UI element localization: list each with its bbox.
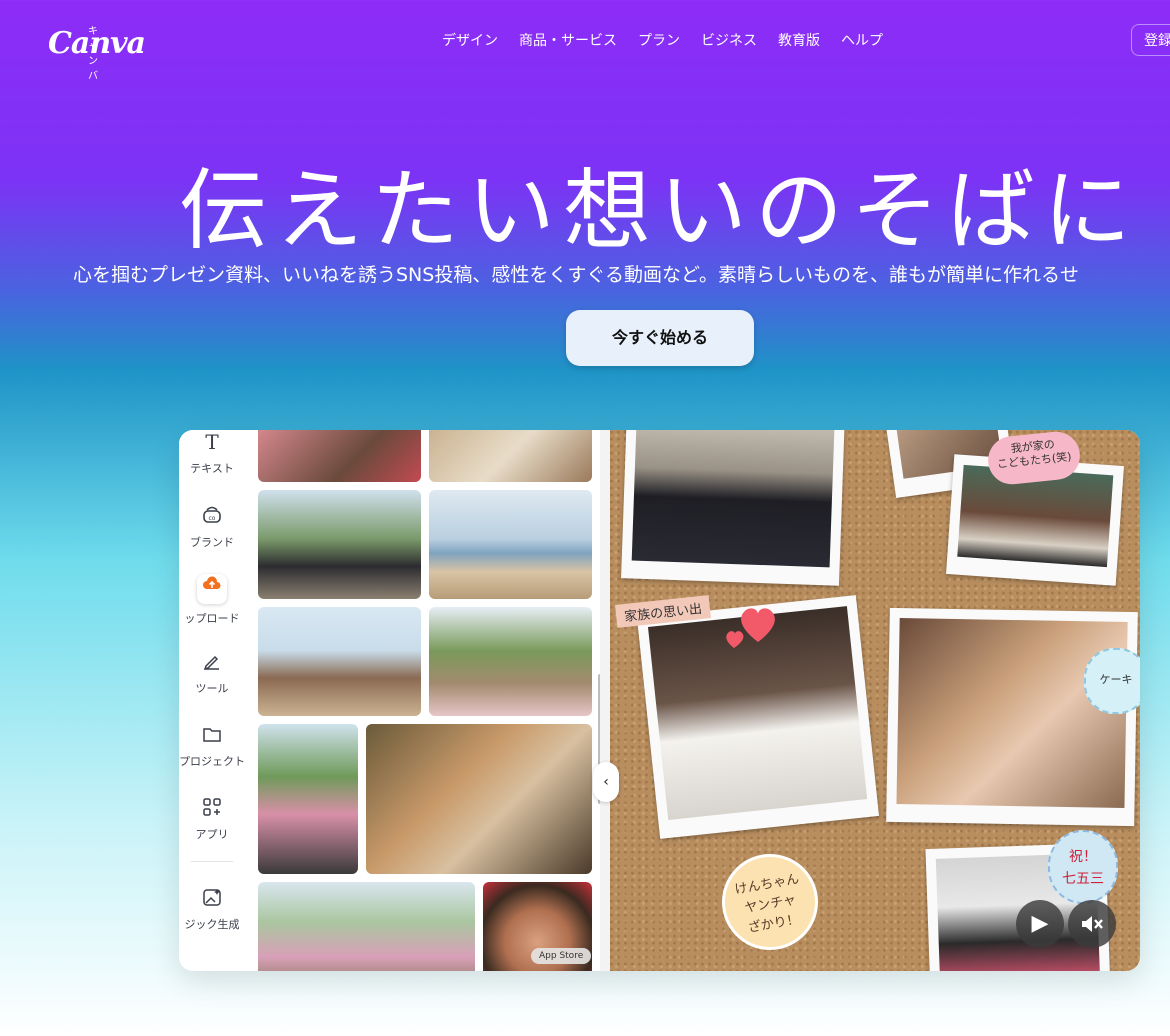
- photo-thumbnail[interactable]: [429, 430, 592, 482]
- register-button[interactable]: 登録: [1131, 24, 1170, 56]
- heart-stickers: [722, 594, 782, 654]
- logo-wordmark: Canva: [48, 26, 146, 61]
- nav-help[interactable]: ヘルプ: [841, 30, 883, 50]
- corkboard-canvas[interactable]: 我が家の こどもたち(笑) 家族の思い出 ケーキ 祝！ 七五三 けんちゃん ヤン…: [610, 430, 1140, 971]
- upload-cloud-icon: [197, 574, 227, 604]
- sidebar-item-text[interactable]: T テキスト: [179, 430, 245, 476]
- editor-preview-card: T テキスト co ブランド ップロード ツール プロジェクト アプリ ジック生…: [179, 430, 1140, 971]
- nav-education[interactable]: 教育版: [778, 30, 820, 50]
- photo-thumbnail[interactable]: [366, 724, 592, 874]
- sidebar-item-label: テキスト: [190, 462, 234, 475]
- play-button[interactable]: ▶: [1016, 900, 1064, 948]
- sidebar-item-tools[interactable]: ツール: [179, 650, 245, 696]
- sidebar-divider: [191, 861, 233, 862]
- top-navigation-bar: キャンバ Canva デザイン 商品・サービス プラン ビジネス 教育版 ヘルプ…: [0, 0, 1170, 82]
- birthday-photo[interactable]: [886, 607, 1138, 827]
- pen-tool-icon: [200, 650, 224, 674]
- hero-subline: 心を掴むプレゼン資料、いいねを誘うSNS投稿、感性をくすぐる動画など。素晴らしい…: [73, 264, 1080, 286]
- svg-text:co: co: [209, 515, 216, 522]
- photo-thumbnail[interactable]: [258, 430, 421, 482]
- nav-design[interactable]: デザイン: [442, 30, 498, 50]
- sidebar-item-brand[interactable]: co ブランド: [179, 504, 245, 550]
- sidebar-item-projects[interactable]: プロジェクト: [179, 723, 245, 769]
- apps-grid-icon: [200, 796, 224, 820]
- folder-icon: [200, 723, 224, 747]
- nav-business[interactable]: ビジネス: [701, 30, 757, 50]
- sidebar-item-apps[interactable]: アプリ: [179, 796, 245, 842]
- yancha-label: けんちゃん ヤンチャ ざかり！: [714, 846, 826, 958]
- photo-thumbnail[interactable]: [258, 607, 421, 716]
- collapse-panel-button[interactable]: ‹: [593, 762, 619, 802]
- photo-thumbnail[interactable]: [429, 490, 592, 599]
- photo-thumbnail[interactable]: [258, 882, 475, 971]
- sidebar-item-label: ツール: [195, 682, 229, 695]
- sidebar-item-label: ジック生成: [184, 918, 240, 931]
- uploads-photo-grid: App Store: [245, 430, 600, 971]
- brand-icon: co: [200, 504, 224, 528]
- celebration-label: 祝！ 七五三: [1048, 830, 1118, 904]
- sidebar-item-magic-generate[interactable]: ジック生成: [179, 886, 245, 932]
- kendo-photo[interactable]: [621, 430, 845, 586]
- nav-plans[interactable]: プラン: [638, 30, 680, 50]
- nav-products-services[interactable]: 商品・サービス: [519, 30, 617, 50]
- photo-thumbnail[interactable]: [258, 724, 358, 874]
- hero-headline: 伝えたい想いのそばに: [178, 159, 1139, 262]
- text-icon: T: [205, 430, 219, 454]
- sidebar-item-upload[interactable]: ップロード: [179, 574, 245, 626]
- play-icon: ▶: [1031, 911, 1049, 936]
- main-nav: デザイン 商品・サービス プラン ビジネス 教育版 ヘルプ: [442, 30, 904, 50]
- sidebar-item-label: ップロード: [184, 612, 240, 625]
- app-store-badge: App Store: [531, 948, 592, 964]
- photo-thumbnail[interactable]: [258, 490, 421, 599]
- panel-divider: [600, 430, 610, 971]
- sidebar-item-label: プロジェクト: [179, 755, 245, 768]
- photo-thumbnail[interactable]: [429, 607, 592, 716]
- cake-label: ケーキ: [1084, 648, 1140, 714]
- magic-image-icon: [200, 886, 224, 910]
- muted-speaker-icon: [1079, 911, 1105, 936]
- sidebar-item-label: ブランド: [190, 536, 234, 549]
- sidebar-item-label: アプリ: [195, 828, 229, 841]
- start-now-button[interactable]: 今すぐ始める: [566, 310, 754, 366]
- editor-sidebar: T テキスト co ブランド ップロード ツール プロジェクト アプリ ジック生…: [179, 430, 245, 971]
- mute-button[interactable]: [1068, 900, 1116, 948]
